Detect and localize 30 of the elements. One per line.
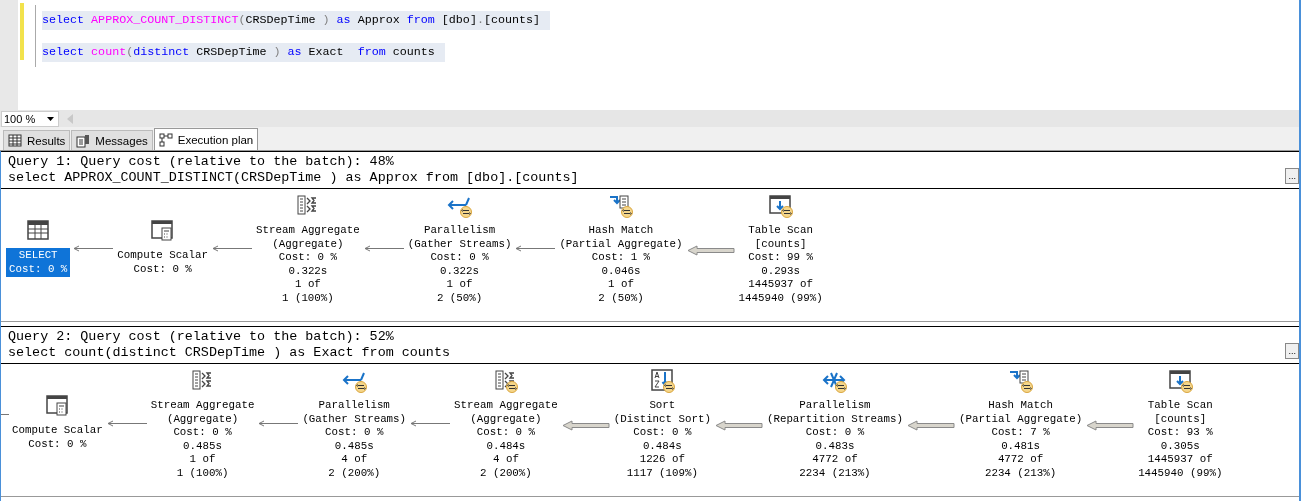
- grid-icon: [8, 133, 22, 148]
- scroll-left-icon[interactable]: [67, 113, 73, 124]
- query-cost-text: Query 2: Query cost (relative to the batch): 52%: [8, 329, 395, 345]
- node-label[interactable]: Hash Match (Partial Aggregate) Cost: 7 % 0.481s 4772 of 2234 (213%): [958, 398, 1084, 481]
- node-label[interactable]: Stream Aggregate (Aggregate) Cost: 0 % 0.484s 4 of 2 (200%): [453, 398, 559, 481]
- query-cost-text: Query 1: Query cost (relative to the batch): 48%: [8, 154, 395, 170]
- node-label[interactable]: Hash Match (Partial Aggregate) Cost: 1 % 0.046s 1 of 2 (50%): [558, 223, 684, 306]
- document-icon: [76, 133, 91, 148]
- node-label[interactable]: Stream Aggregate (Aggregate) Cost: 0 % 0.485s 1 of 1 (100%): [149, 398, 256, 481]
- node-label[interactable]: Stream Aggregate (Aggregate) Cost: 0 % 0.322s 1 of 1 (100%): [255, 223, 361, 306]
- tab[interactable]: Messages: [71, 130, 153, 150]
- node-label[interactable]: SELECT Cost: 0 %: [6, 248, 71, 278]
- node-label[interactable]: Parallelism (Repartition Streams) Cost: 0 % 0.483s 4772 of 2234 (213%): [765, 398, 904, 481]
- node-label[interactable]: Parallelism (Gather Streams) Cost: 0 % 0.322s 1 of 2 (50%): [406, 223, 513, 306]
- node-label[interactable]: Table Scan [counts] Cost: 93 % 0.305s 1445937 of 1445940 (99%): [1137, 398, 1224, 481]
- node-label[interactable]: Sort (Distinct Sort) Cost: 0 % 0.484s 1226 of 1117 (109%): [612, 398, 712, 481]
- more-button[interactable]: ...: [1285, 343, 1299, 359]
- query-sql-text: select APPROX_COUNT_DISTINCT(CRSDepTime ) as Approx from [dbo].[counts]: [8, 170, 580, 186]
- diagram-icon: [158, 132, 173, 147]
- more-button[interactable]: ...: [1285, 168, 1299, 184]
- change-bar: [20, 3, 25, 60]
- tab[interactable]: Results: [3, 130, 71, 150]
- tab[interactable]: Execution plan: [153, 128, 259, 150]
- node-label[interactable]: Compute Scalar Cost: 0 %: [11, 423, 104, 453]
- node-label[interactable]: Table Scan [counts] Cost: 99 % 0.293s 1445937 of 1445940 (99%): [737, 223, 824, 306]
- node-label[interactable]: Compute Scalar Cost: 0 %: [116, 248, 210, 278]
- node-label[interactable]: Parallelism (Gather Streams) Cost: 0 % 0.485s 4 of 2 (200%): [301, 398, 408, 481]
- query-sql-text: select count(distinct CRSDepTime ) as Exact from counts: [8, 345, 451, 361]
- caret-icon: [47, 116, 54, 121]
- zoom-dropdown[interactable]: 100 %: [1, 110, 59, 127]
